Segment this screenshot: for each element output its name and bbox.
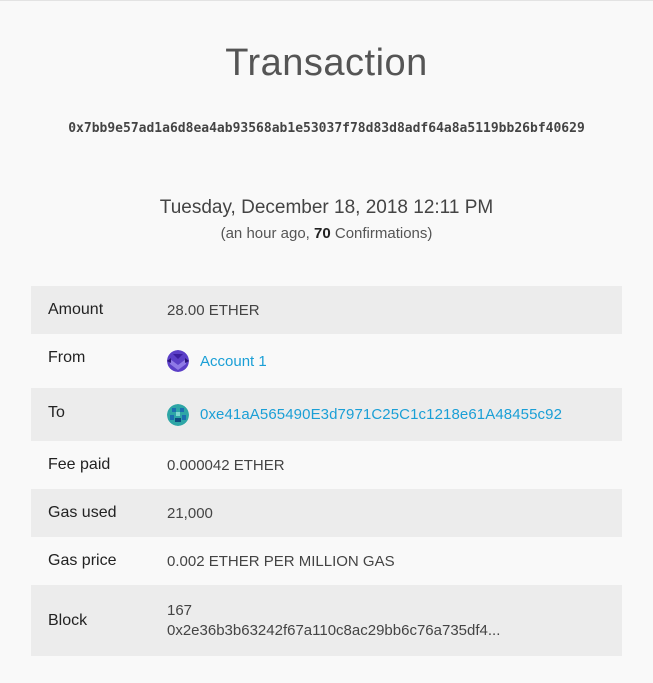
page-title: Transaction [225, 42, 428, 84]
to-address-link[interactable]: 0xe41aA565490E3d7971C25C1c1218e61A48455c… [200, 406, 562, 423]
gas-used-row: Gas used 21,000 [31, 489, 622, 537]
block-value: 167 0x2e36b3b63242f67a110c8ac29bb6c76a73… [167, 601, 500, 641]
confirmation-count: 70 [314, 225, 331, 242]
transaction-details-table: Amount 28.00 ETHER From Account 1 To 0xe… [31, 286, 622, 656]
amount-label: Amount [48, 301, 104, 318]
top-divider [0, 0, 653, 1]
confirmation-info: (an hour ago, 70 Confirmations) [0, 225, 653, 242]
transaction-date: Tuesday, December 18, 2018 12:11 PM [159, 197, 494, 218]
account-identicon-icon [167, 350, 189, 372]
gas-used-value: 21,000 [167, 504, 213, 522]
gas-price-value: 0.002 ETHER PER MILLION GAS [167, 552, 395, 570]
to-label: To [48, 403, 65, 421]
block-row: Block 167 0x2e36b3b63242f67a110c8ac29bb6… [31, 585, 622, 656]
gas-price-label: Gas price [48, 552, 117, 569]
block-label: Block [48, 611, 88, 629]
to-row: To 0xe41aA565490E3d7971C25C1c1218e61A484… [31, 388, 622, 441]
confirmation-prefix: (an hour ago, [220, 225, 314, 242]
address-identicon-icon [167, 403, 189, 426]
block-number: 167 [167, 601, 193, 619]
from-account-link[interactable]: Account 1 [200, 353, 267, 370]
gas-price-row: Gas price 0.002 ETHER PER MILLION GAS [31, 537, 622, 585]
fee-row: Fee paid 0.000042 ETHER [31, 441, 622, 489]
from-row: From Account 1 [31, 334, 622, 388]
amount-row: Amount 28.00 ETHER [31, 286, 622, 334]
block-hash: 0x2e36b3b63242f67a110c8ac29bb6c76a735df4… [167, 621, 501, 639]
to-value: 0xe41aA565490E3d7971C25C1c1218e61A48455c… [167, 403, 562, 426]
confirmation-suffix: Confirmations) [330, 225, 433, 242]
fee-value: 0.000042 ETHER [167, 456, 285, 474]
gas-used-label: Gas used [48, 504, 117, 521]
transaction-hash: 0x7bb9e57ad1a6d8ea4ab93568ab1e53037f78d8… [68, 121, 585, 136]
amount-value: 28.00 ETHER [167, 301, 260, 319]
from-value: Account 1 [167, 350, 267, 372]
from-label: From [48, 349, 86, 366]
fee-label: Fee paid [48, 456, 111, 473]
